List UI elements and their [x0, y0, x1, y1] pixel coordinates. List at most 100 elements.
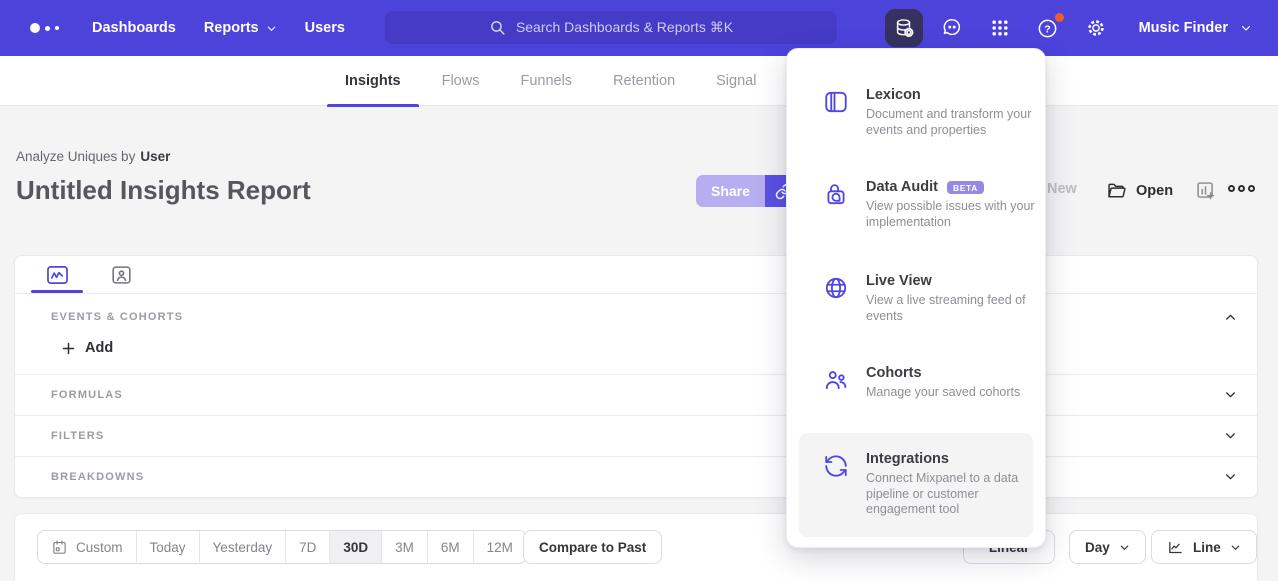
svg-text:?: ?: [1044, 23, 1050, 35]
tab-label: Retention: [613, 73, 675, 89]
add-event-button[interactable]: Add: [61, 340, 113, 356]
menu-item-live-view[interactable]: Live View View a live streaming feed of …: [799, 263, 1033, 334]
subtitle-entity[interactable]: User: [140, 149, 170, 164]
share-button[interactable]: Share: [696, 175, 765, 207]
menu-item-title: Data Audit: [866, 179, 938, 195]
new-label: New: [1047, 181, 1077, 197]
menu-item-description: Document and transform your events and p…: [866, 107, 1041, 138]
tab-retention[interactable]: Retention: [595, 56, 693, 106]
section-breakdowns[interactable]: BREAKDOWNS: [15, 456, 1257, 497]
search-placeholder: Search Dashboards & Reports ⌘K: [516, 19, 733, 36]
range-today[interactable]: Today: [136, 531, 199, 563]
tab-signal[interactable]: Signal: [698, 56, 774, 106]
tab-events-view[interactable]: [31, 256, 83, 293]
range-label: 3M: [395, 540, 414, 555]
nav-reports[interactable]: Reports: [190, 0, 291, 56]
report-tabbar: Insights Flows Funnels Retention Signal …: [0, 56, 1278, 106]
apps-grid-button[interactable]: [981, 9, 1019, 47]
tab-flows[interactable]: Flows: [424, 56, 498, 106]
help-button[interactable]: ?: [1029, 9, 1067, 47]
tab-insights[interactable]: Insights: [327, 56, 419, 106]
report-actions: Share New Open: [0, 175, 1278, 207]
interval-select[interactable]: Day: [1069, 530, 1146, 564]
range-label: 6M: [441, 540, 460, 555]
chevron-down-icon: [1240, 22, 1252, 34]
mixpanel-logo[interactable]: [30, 23, 74, 33]
top-navbar: Dashboards Reports Users Search Dashboar…: [0, 0, 1278, 56]
range-3m[interactable]: 3M: [381, 531, 427, 563]
menu-item-description: Manage your saved cohorts: [866, 385, 1041, 401]
chevron-down-icon: [1230, 542, 1241, 553]
database-gear-icon: [893, 17, 915, 39]
events-cohorts-header: EVENTS & COHORTS: [51, 311, 183, 323]
query-builder-card: EVENTS & COHORTS Add FORMULAS FILTERS BR…: [14, 255, 1258, 498]
range-6m[interactable]: 6M: [427, 531, 473, 563]
subtitle-prefix: Analyze Uniques by: [16, 149, 135, 164]
calendar-icon: [51, 539, 68, 556]
data-audit-lock-icon: [823, 181, 849, 207]
section-events-cohorts[interactable]: EVENTS & COHORTS: [15, 293, 1257, 341]
tab-label: Flows: [442, 73, 480, 89]
tab-users-view[interactable]: [95, 256, 147, 293]
range-yesterday[interactable]: Yesterday: [199, 531, 286, 563]
search-input[interactable]: Search Dashboards & Reports ⌘K: [385, 11, 837, 44]
chevron-down-icon[interactable]: [1224, 470, 1237, 483]
report-subtitle: Analyze Uniques by User: [16, 149, 170, 164]
range-label: Today: [150, 540, 186, 555]
menu-item-description: View possible issues with your implement…: [866, 199, 1041, 230]
project-switcher[interactable]: Music Finder: [1139, 20, 1252, 36]
range-30d[interactable]: 30D: [329, 531, 381, 563]
more-dot: [1228, 185, 1235, 192]
cohorts-people-icon: [823, 367, 849, 393]
chevron-down-icon: [1119, 542, 1130, 553]
feedback-button[interactable]: [933, 9, 971, 47]
menu-item-description: Connect Mixpanel to a data pipeline or c…: [866, 471, 1041, 518]
interval-label: Day: [1085, 540, 1110, 555]
section-formulas[interactable]: FORMULAS: [15, 374, 1257, 415]
chevron-down-icon[interactable]: [1224, 429, 1237, 442]
add-to-dashboard-button[interactable]: [1195, 180, 1216, 201]
tab-label: Funnels: [520, 73, 572, 89]
range-7d[interactable]: 7D: [285, 531, 329, 563]
compare-to-past-button[interactable]: Compare to Past: [523, 530, 662, 564]
beta-badge: BETA: [947, 181, 984, 194]
menu-item-title: Lexicon: [866, 87, 921, 103]
integrations-sync-icon: [823, 453, 849, 479]
gear-icon: [1085, 17, 1107, 39]
range-label: 7D: [299, 540, 316, 555]
tab-label: Signal: [716, 73, 756, 89]
range-custom[interactable]: Custom: [38, 531, 136, 563]
chart-type-select[interactable]: Line: [1151, 530, 1257, 564]
project-name: Music Finder: [1139, 20, 1228, 36]
builder-view-tabs: [31, 256, 147, 293]
range-label: 12M: [487, 540, 513, 555]
tab-funnels[interactable]: Funnels: [502, 56, 590, 106]
nav-dashboards[interactable]: Dashboards: [78, 0, 190, 56]
chevron-up-icon[interactable]: [1224, 311, 1237, 324]
menu-item-cohorts[interactable]: Cohorts Manage your saved cohorts: [799, 355, 1033, 411]
formulas-header: FORMULAS: [51, 389, 123, 401]
menu-item-title: Cohorts: [866, 365, 922, 381]
chevron-down-icon[interactable]: [1224, 388, 1237, 401]
nav-reports-label: Reports: [204, 20, 259, 36]
settings-button[interactable]: [1077, 9, 1115, 47]
user-profile-icon: [111, 265, 132, 285]
menu-item-data-audit[interactable]: Data Audit BETA View possible issues wit…: [799, 169, 1033, 240]
range-12m[interactable]: 12M: [473, 531, 526, 563]
breakdowns-header: BREAKDOWNS: [51, 471, 144, 483]
more-options-button[interactable]: [1228, 185, 1255, 192]
grid-icon: [990, 18, 1010, 38]
share-label: Share: [711, 183, 750, 199]
folder-icon: [1106, 180, 1127, 201]
open-report-button[interactable]: Open: [1106, 180, 1173, 201]
menu-item-lexicon[interactable]: Lexicon Document and transform your even…: [799, 77, 1033, 148]
plus-icon: [61, 341, 76, 356]
chart-type-label: Line: [1193, 540, 1221, 555]
add-to-dashboard-icon: [1195, 180, 1216, 201]
menu-item-integrations[interactable]: Integrations Connect Mixpanel to a data …: [799, 433, 1033, 537]
compare-label: Compare to Past: [539, 540, 646, 555]
data-management-button[interactable]: [885, 9, 923, 47]
chevron-down-icon: [266, 23, 277, 34]
nav-users[interactable]: Users: [291, 0, 359, 56]
section-filters[interactable]: FILTERS: [15, 415, 1257, 456]
